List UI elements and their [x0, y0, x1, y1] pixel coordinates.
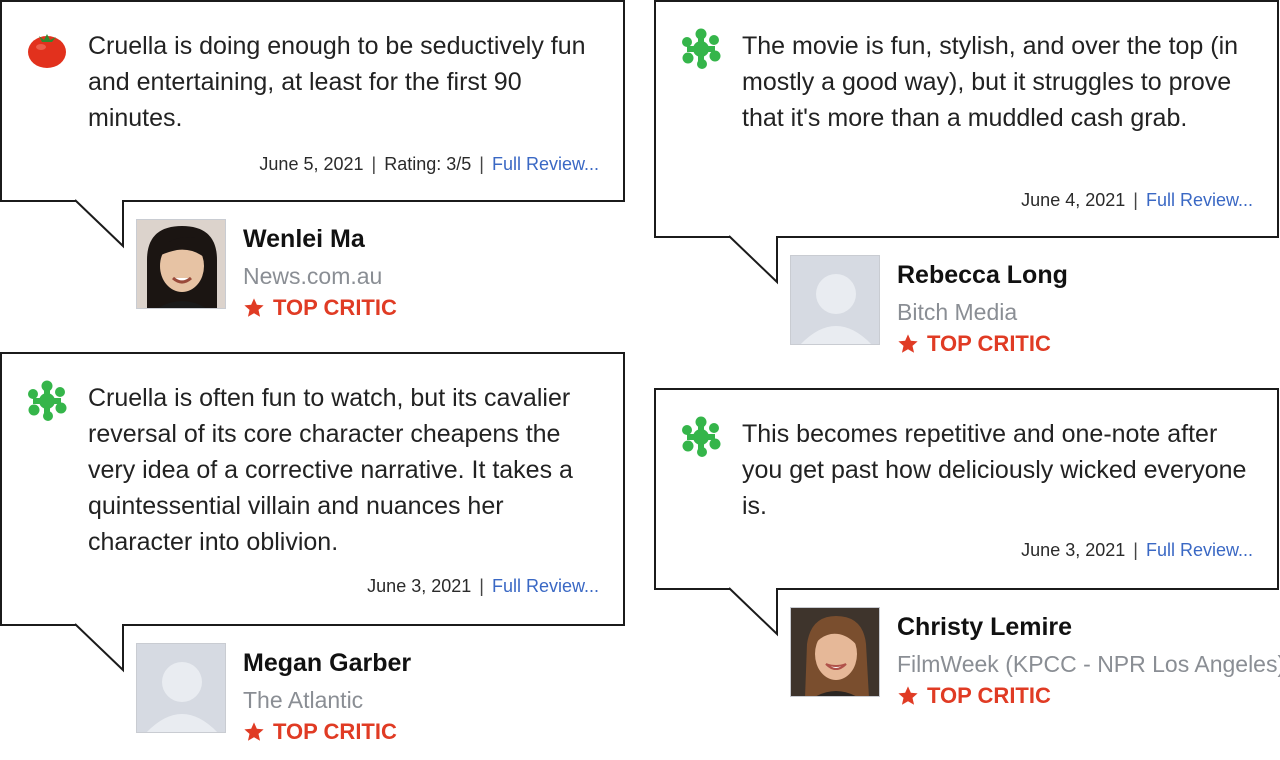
rotten-splat-icon — [682, 28, 721, 69]
star-icon — [898, 686, 918, 705]
top-critic-badge: TOP CRITIC — [897, 331, 1051, 357]
review-bubble: The movie is fun, stylish, and over the … — [654, 0, 1279, 238]
review-card: Cruella is often fun to watch, but its c… — [0, 352, 625, 752]
top-critic-label: TOP CRITIC — [927, 683, 1051, 708]
top-critic-label: TOP CRITIC — [273, 719, 397, 744]
bubble-tail — [74, 199, 124, 249]
review-card: Cruella is doing enough to be seductivel… — [0, 0, 625, 330]
review-meta: June 5, 2021 | Rating: 3/5 | Full Review... — [259, 154, 599, 174]
review-meta: June 4, 2021 | Full Review... — [1021, 190, 1253, 210]
bubble-tail — [728, 235, 778, 285]
critic-publication[interactable]: News.com.au — [243, 263, 382, 290]
critic-name[interactable]: Wenlei Ma — [243, 225, 365, 254]
critic-name[interactable]: Megan Garber — [243, 649, 411, 678]
top-critic-badge: TOP CRITIC — [243, 295, 397, 321]
avatar[interactable] — [790, 255, 880, 345]
full-review-link[interactable]: Full Review... — [492, 154, 599, 174]
review-meta: June 3, 2021 | Full Review... — [367, 576, 599, 596]
rotten-splat-icon — [28, 380, 67, 421]
review-date: June 4, 2021 — [1021, 190, 1126, 210]
review-meta: June 3, 2021 | Full Review... — [1021, 540, 1253, 560]
bubble-tail — [74, 623, 124, 673]
review-date: June 5, 2021 — [259, 154, 364, 174]
top-critic-label: TOP CRITIC — [273, 295, 397, 320]
review-quote: Cruella is doing enough to be seductivel… — [88, 32, 586, 132]
avatar[interactable] — [790, 607, 880, 697]
rotten-splat-icon — [682, 416, 721, 457]
critic-publication[interactable]: The Atlantic — [243, 687, 363, 714]
review-bubble: Cruella is often fun to watch, but its c… — [0, 352, 625, 626]
full-review-link[interactable]: Full Review... — [1146, 190, 1253, 210]
review-date: June 3, 2021 — [1021, 540, 1126, 560]
avatar[interactable] — [136, 219, 226, 309]
critic-publication[interactable]: Bitch Media — [897, 299, 1017, 326]
top-critic-badge: TOP CRITIC — [243, 719, 397, 745]
star-icon — [244, 722, 264, 741]
review-quote: Cruella is often fun to watch, but its c… — [88, 384, 573, 556]
star-icon — [898, 334, 918, 353]
avatar[interactable] — [136, 643, 226, 733]
bubble-tail — [728, 587, 778, 637]
full-review-link[interactable]: Full Review... — [492, 576, 599, 596]
critic-name[interactable]: Christy Lemire — [897, 613, 1072, 642]
star-icon — [244, 298, 264, 317]
review-rating: Rating: 3/5 — [384, 154, 472, 174]
review-bubble: This becomes repetitive and one-note aft… — [654, 388, 1279, 590]
review-card: The movie is fun, stylish, and over the … — [654, 0, 1279, 360]
review-card: This becomes repetitive and one-note aft… — [654, 388, 1280, 718]
top-critic-badge: TOP CRITIC — [897, 683, 1051, 709]
full-review-link[interactable]: Full Review... — [1146, 540, 1253, 560]
critic-publication[interactable]: FilmWeek (KPCC - NPR Los Angeles) — [897, 651, 1280, 678]
critic-name[interactable]: Rebecca Long — [897, 261, 1068, 290]
fresh-tomato-icon — [28, 34, 66, 68]
review-bubble: Cruella is doing enough to be seductivel… — [0, 0, 625, 202]
review-quote: The movie is fun, stylish, and over the … — [742, 32, 1239, 132]
review-date: June 3, 2021 — [367, 576, 472, 596]
review-quote: This becomes repetitive and one-note aft… — [742, 420, 1247, 520]
top-critic-label: TOP CRITIC — [927, 331, 1051, 356]
